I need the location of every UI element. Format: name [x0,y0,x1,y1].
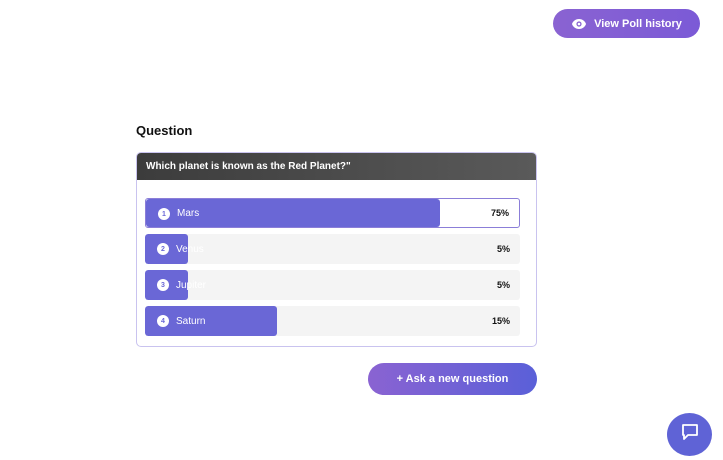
section-title: Question [136,123,193,138]
ask-new-question-button[interactable]: + Ask a new question [368,363,537,395]
eye-icon [571,18,587,30]
poll-option-venus[interactable]: 2 Venus 5% [145,234,520,264]
option-number-badge: 4 [157,315,169,327]
view-poll-history-button[interactable]: View Poll history [553,9,700,38]
option-number-badge: 3 [157,279,169,291]
poll-option-mars[interactable]: 1 Mars 75% [145,198,520,228]
option-label: Venus [176,243,204,255]
option-label: Mars [177,207,200,219]
option-number-badge: 2 [157,243,169,255]
option-percent: 75% [490,208,509,218]
chat-icon [680,422,700,447]
poll-card: Which planet is known as the Red Planet?… [136,152,537,347]
poll-question: Which planet is known as the Red Planet?… [137,153,536,180]
option-percent: 5% [496,244,510,254]
option-percent: 5% [496,280,510,290]
option-label: Saturn [176,315,206,327]
option-percent: 15% [491,316,510,326]
view-poll-history-label: View Poll history [594,17,682,30]
option-label: Jupiter [176,279,207,291]
poll-option-saturn[interactable]: 4 Saturn 15% [145,306,520,336]
poll-question-text: Which planet is known as the Red Planet?… [146,161,351,172]
poll-option-jupiter[interactable]: 3 Jupiter 5% [145,270,520,300]
option-number-badge: 1 [158,208,170,220]
chat-launcher-button[interactable] [667,413,712,456]
